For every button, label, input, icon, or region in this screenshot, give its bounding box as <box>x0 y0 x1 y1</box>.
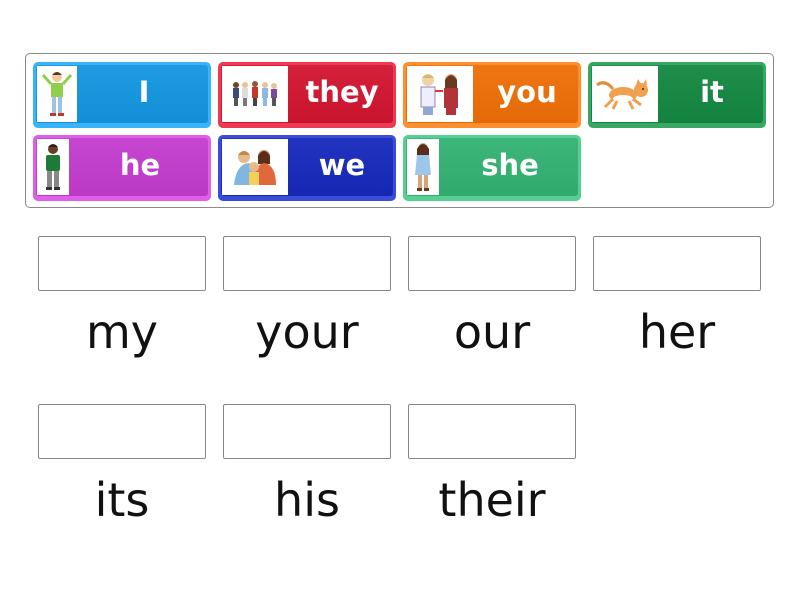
target-word: his <box>274 473 340 527</box>
drop-zone-my[interactable] <box>38 236 206 291</box>
tile-he[interactable]: he <box>33 135 211 201</box>
drop-zone-his[interactable] <box>223 404 391 459</box>
drop-zone-her[interactable] <box>593 236 761 291</box>
group-of-children-icon <box>222 66 288 122</box>
drop-zone-our[interactable] <box>408 236 576 291</box>
tile-we[interactable]: we <box>218 135 396 201</box>
target-word: our <box>453 305 531 359</box>
tile-label: you <box>497 75 557 109</box>
boy-arms-raised-icon <box>37 66 77 122</box>
target-word: her <box>638 305 716 359</box>
girl-standing-icon <box>407 139 439 195</box>
drop-zone-your[interactable] <box>223 236 391 291</box>
tile-label: it <box>700 75 724 109</box>
tile-she[interactable]: she <box>403 135 581 201</box>
drop-zone-their[interactable] <box>408 404 576 459</box>
boy-standing-icon <box>37 139 69 195</box>
target-word: its <box>94 473 150 527</box>
tile-label: we <box>318 148 366 182</box>
family-hug-icon <box>222 139 288 195</box>
tile-label: she <box>481 148 539 182</box>
tile-you[interactable]: you <box>403 62 581 128</box>
tile-i[interactable]: I <box>33 62 211 128</box>
target-word: my <box>85 305 159 359</box>
target-word: your <box>255 305 359 359</box>
tile-it[interactable]: it <box>588 62 766 128</box>
tile-label: he <box>119 148 161 182</box>
tile-label: I <box>138 75 150 109</box>
tile-label: they <box>305 75 379 109</box>
target-word: their <box>438 473 546 527</box>
tile-they[interactable]: they <box>218 62 396 128</box>
cat-running-icon <box>592 66 658 122</box>
drop-zone-its[interactable] <box>38 404 206 459</box>
two-people-pointing-icon <box>407 66 473 122</box>
